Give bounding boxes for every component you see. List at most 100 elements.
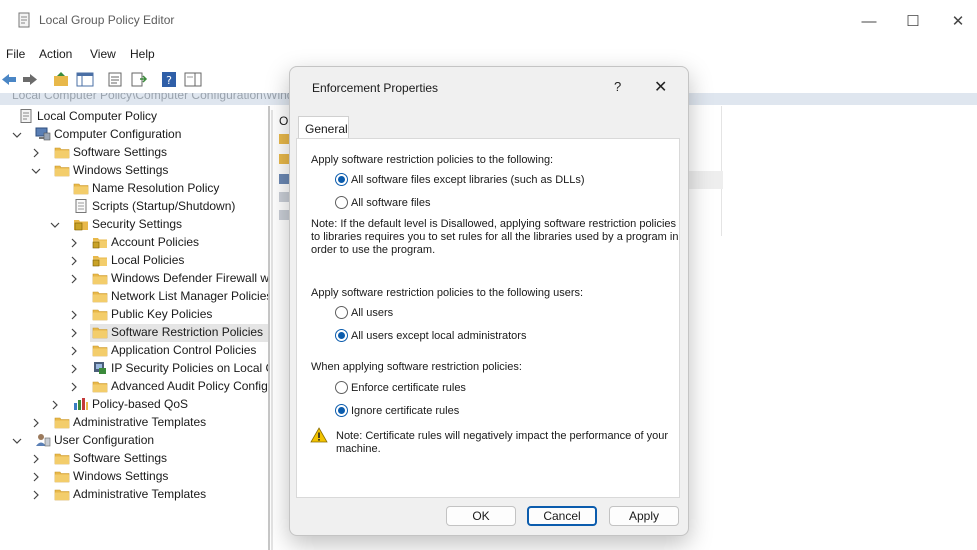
note-libraries-line3: order to use the program. xyxy=(311,244,436,256)
folder-icon xyxy=(92,345,108,357)
chevron-down-icon[interactable] xyxy=(50,220,60,230)
radio-enforce-certificate-label[interactable]: Enforce certificate rules xyxy=(351,382,466,394)
ok-button[interactable]: OK xyxy=(446,506,516,526)
security-icon xyxy=(74,220,88,231)
note-certificate-line1: Note: Certificate rules will negatively … xyxy=(336,430,668,442)
chevron-right-icon[interactable] xyxy=(31,454,41,464)
tree-node-label: Public Key Policies xyxy=(111,307,213,321)
radio-ignore-certificate[interactable] xyxy=(335,404,348,417)
dialog-close-icon[interactable]: ✕ xyxy=(654,77,667,97)
general-tab-panel: Apply software restriction policies to t… xyxy=(296,138,680,498)
tree-node-label: Name Resolution Policy xyxy=(92,181,220,195)
window-title: Local Group Policy Editor xyxy=(39,13,175,27)
chevron-down-icon[interactable] xyxy=(31,166,41,176)
tree-node-label: Windows Settings xyxy=(73,469,169,483)
certificate-rules-heading: When applying software restriction polic… xyxy=(311,361,522,373)
radio-all-users-label[interactable]: All users xyxy=(351,307,393,319)
folder-icon xyxy=(54,417,70,429)
address-path: Local Computer Policy\Computer Configura… xyxy=(12,93,315,102)
chevron-right-icon[interactable] xyxy=(69,256,79,266)
chevron-down-icon[interactable] xyxy=(12,130,22,140)
tree-node-label: Software Settings xyxy=(73,451,168,465)
chevron-right-icon[interactable] xyxy=(50,400,60,410)
tree-node[interactable]: Software Restriction Policies xyxy=(71,324,268,342)
note-libraries-line1: Note: If the default level is Disallowed… xyxy=(311,218,677,230)
tree-node-label: User Configuration xyxy=(54,433,155,447)
folder-icon xyxy=(54,147,70,159)
chevron-right-icon[interactable] xyxy=(31,418,41,428)
chevron-right-icon[interactable] xyxy=(69,238,79,248)
export-list-icon[interactable] xyxy=(130,71,148,88)
menu-file[interactable]: File xyxy=(6,47,25,61)
qos-chart-icon xyxy=(74,398,88,410)
tree-node-label: Scripts (Startup/Shutdown) xyxy=(92,199,236,213)
close-icon: ✕ xyxy=(951,13,965,30)
radio-all-software-files[interactable] xyxy=(335,196,348,209)
tree-node-label: Local Computer Policy xyxy=(37,109,158,123)
radio-all-users[interactable] xyxy=(335,306,348,319)
details-item-icons xyxy=(279,134,289,220)
menu-view[interactable]: View xyxy=(90,47,116,61)
folder-icon xyxy=(92,273,108,285)
radio-all-software-files-label[interactable]: All software files xyxy=(351,197,430,209)
chevron-right-icon[interactable] xyxy=(69,328,79,338)
chevron-right-icon[interactable] xyxy=(69,310,79,320)
details-column-header[interactable]: O xyxy=(279,114,288,128)
tree-node-label: Network List Manager Policies xyxy=(111,289,268,303)
show-action-pane-icon[interactable] xyxy=(184,71,202,88)
tree-node-label: Windows Defender Firewall wit xyxy=(111,271,268,285)
minimize-button[interactable]: — xyxy=(846,8,892,34)
pane-divider[interactable] xyxy=(268,106,270,550)
folder-icon xyxy=(92,309,108,321)
chevron-right-icon[interactable] xyxy=(69,382,79,392)
properties-icon[interactable] xyxy=(106,71,124,88)
tree-node-label: Windows Settings xyxy=(73,163,169,177)
console-tree[interactable]: Local Computer Policy Computer Configurat… xyxy=(0,106,268,550)
maximize-button[interactable]: ☐ xyxy=(890,8,936,34)
chevron-right-icon[interactable] xyxy=(69,346,79,356)
locked-folder-icon xyxy=(92,238,107,249)
tree-node-label: Software Settings xyxy=(73,145,168,159)
apply-to-files-heading: Apply software restriction policies to t… xyxy=(311,154,554,166)
details-row-selected[interactable] xyxy=(687,171,723,189)
chevron-down-icon[interactable] xyxy=(12,436,22,446)
tab-general-label: General xyxy=(305,122,348,136)
chevron-right-icon[interactable] xyxy=(69,274,79,284)
note-certificate-line2: machine. xyxy=(336,443,381,455)
radio-enforce-certificate[interactable] xyxy=(335,381,348,394)
folder-icon xyxy=(54,471,70,483)
close-button[interactable]: ✕ xyxy=(935,8,977,34)
user-icon xyxy=(36,434,51,447)
help-icon[interactable]: ? xyxy=(160,71,178,88)
back-arrow-icon[interactable] xyxy=(0,71,18,88)
help-question-icon[interactable]: ? xyxy=(614,79,621,94)
folder-icon xyxy=(92,327,108,339)
cancel-button[interactable]: Cancel xyxy=(527,506,597,526)
tree-node-label: Software Restriction Policies xyxy=(111,325,264,339)
radio-all-except-libraries-label[interactable]: All software files except libraries (suc… xyxy=(351,174,585,186)
chevron-right-icon[interactable] xyxy=(31,472,41,482)
tree-node-label: Computer Configuration xyxy=(54,127,182,141)
radio-all-except-admins[interactable] xyxy=(335,329,348,342)
details-border xyxy=(271,110,273,550)
folder-icon xyxy=(54,489,70,501)
folder-icon xyxy=(73,183,89,195)
show-hide-tree-icon[interactable] xyxy=(76,71,94,88)
menu-help[interactable]: Help xyxy=(130,47,155,61)
radio-all-except-admins-label[interactable]: All users except local administrators xyxy=(351,330,526,342)
chevron-right-icon[interactable] xyxy=(69,364,79,374)
locked-folder-icon xyxy=(92,256,107,267)
radio-all-except-libraries[interactable] xyxy=(335,173,348,186)
forward-arrow-icon[interactable] xyxy=(21,71,39,88)
dialog-title: Enforcement Properties xyxy=(312,81,439,95)
tab-general[interactable]: General xyxy=(298,116,349,139)
chevron-right-icon[interactable] xyxy=(31,490,41,500)
radio-ignore-certificate-label[interactable]: Ignore certificate rules xyxy=(351,405,459,417)
apply-button[interactable]: Apply xyxy=(609,506,679,526)
menu-action[interactable]: Action xyxy=(39,47,72,61)
policy-icon xyxy=(20,109,32,123)
note-libraries-line2: to libraries requires you to set rules f… xyxy=(311,231,679,243)
tree-node-label: Administrative Templates xyxy=(73,487,207,501)
chevron-right-icon[interactable] xyxy=(31,148,41,158)
up-folder-icon[interactable] xyxy=(52,71,70,88)
